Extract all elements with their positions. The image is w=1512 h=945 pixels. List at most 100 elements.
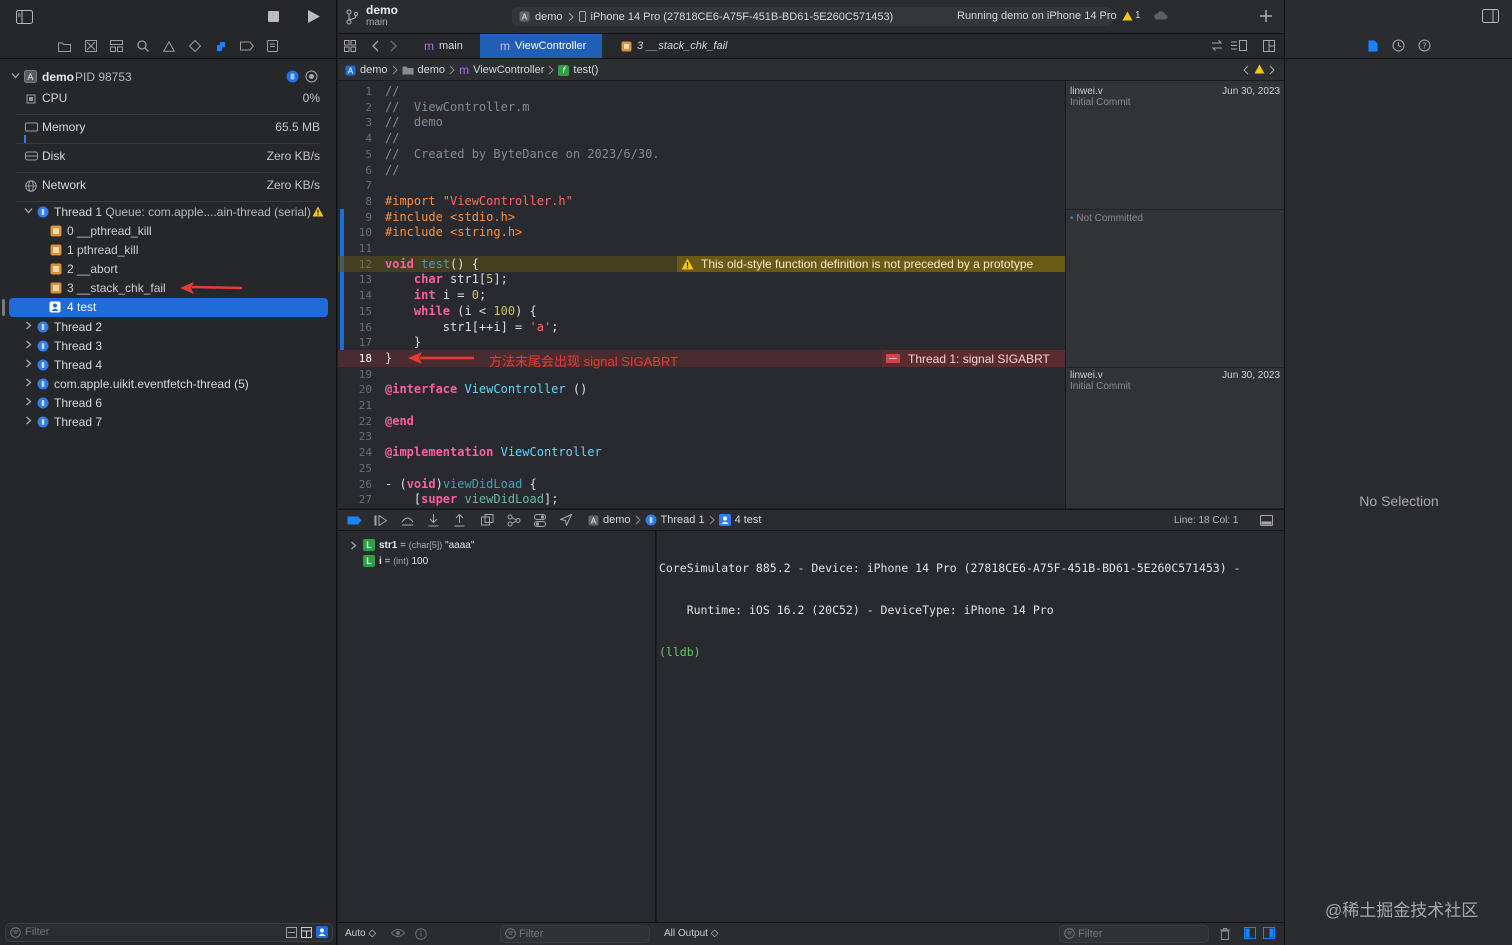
stack-frame-row[interactable]: 3 __stack_chk_fail — [0, 279, 337, 298]
memory-gauge[interactable]: Memory 65.5 MB — [0, 116, 337, 144]
network-gauge[interactable]: Network Zero KB/s — [0, 174, 337, 202]
line-number[interactable]: 10 — [338, 226, 372, 239]
line-number[interactable]: 6 — [338, 164, 372, 177]
thread-row[interactable]: Thread 4 — [0, 356, 337, 375]
filter-layout-icon[interactable] — [301, 927, 312, 938]
line-number[interactable]: 16 — [338, 321, 372, 334]
view-hierarchy-icon[interactable] — [481, 514, 494, 527]
thread-row[interactable]: Thread 2 — [0, 318, 337, 337]
chevron-right-icon[interactable] — [24, 378, 33, 387]
warning-annotation[interactable]: This old-style function definition is no… — [677, 256, 1065, 272]
stack-frame-row[interactable]: 1 pthread_kill — [0, 241, 337, 260]
chevron-down-icon[interactable] — [24, 206, 33, 215]
line-number[interactable]: 1 — [338, 85, 372, 98]
search-icon[interactable] — [134, 38, 151, 55]
line-number[interactable]: 15 — [338, 305, 372, 318]
crumb-function[interactable]: test() — [573, 64, 598, 76]
chevron-left-icon[interactable] — [1243, 65, 1249, 75]
chevron-right-icon[interactable] — [24, 340, 33, 349]
chevron-right-icon[interactable] — [24, 397, 33, 406]
console-output-popup[interactable]: All Output ◇ — [664, 928, 718, 939]
navigator-filter-field[interactable]: Filter — [5, 923, 333, 942]
code-line[interactable]: #include <string.h> — [385, 225, 522, 239]
tab-main[interactable]: m main — [416, 34, 480, 58]
editor-options-icon[interactable] — [1231, 40, 1247, 51]
location-icon[interactable] — [560, 514, 572, 526]
chevron-right-icon[interactable] — [24, 359, 33, 368]
code-line[interactable]: } — [385, 335, 421, 349]
code-line[interactable]: // — [385, 84, 399, 98]
variables-scope-popup[interactable]: Auto ◇ — [345, 928, 376, 939]
code-line[interactable]: int i = 0; — [385, 288, 486, 302]
scheme-name[interactable]: demo — [535, 11, 563, 23]
code-line[interactable]: str1[++i] = 'a'; — [385, 320, 559, 334]
tab-viewcontroller[interactable]: m ViewController — [480, 34, 602, 58]
branch-name[interactable]: main — [366, 17, 388, 28]
line-number[interactable]: 8 — [338, 195, 372, 208]
error-annotation[interactable]: Thread 1: signal SIGABRT — [882, 350, 1065, 367]
line-number[interactable]: 23 — [338, 430, 372, 443]
symbol-navigator-icon[interactable] — [108, 38, 125, 55]
split-editor-icon[interactable] — [1263, 40, 1275, 52]
line-number[interactable]: 9 — [338, 211, 372, 224]
crumb-frame[interactable]: 4 test — [735, 514, 762, 526]
line-number[interactable]: 17 — [338, 336, 372, 349]
line-number[interactable]: 2 — [338, 101, 372, 114]
debug-console[interactable]: CoreSimulator 885.2 - Device: iPhone 14 … — [657, 531, 1284, 922]
step-out-icon[interactable] — [454, 514, 465, 527]
thread-row[interactable]: Thread 3 — [0, 337, 337, 356]
continue-icon[interactable] — [374, 515, 387, 526]
issue-navigator-icon[interactable] — [160, 38, 177, 55]
line-number[interactable]: 22 — [338, 415, 372, 428]
line-number[interactable]: 14 — [338, 289, 372, 302]
run-button[interactable] — [307, 9, 321, 24]
source-control-icon[interactable] — [82, 38, 99, 55]
line-number[interactable]: 24 — [338, 446, 372, 459]
line-number[interactable]: 18 — [338, 352, 372, 365]
environment-overrides-icon[interactable] — [534, 514, 546, 527]
code-line[interactable]: @implementation ViewController — [385, 445, 602, 459]
inspector-toggle-icon[interactable] — [1482, 9, 1499, 23]
stack-frame-row-selected[interactable]: 4 test — [9, 298, 328, 317]
show-variables-icon[interactable] — [1244, 927, 1256, 939]
hide-debug-area-icon[interactable] — [1260, 515, 1273, 526]
code-line[interactable]: #import "ViewController.h" — [385, 194, 573, 208]
eye-icon[interactable] — [391, 928, 405, 938]
code-line[interactable]: // ViewController.m — [385, 100, 530, 114]
stack-frame-row[interactable]: 0 __pthread_kill — [0, 222, 337, 241]
line-number[interactable]: 27 — [338, 493, 372, 506]
breadcrumb[interactable]: A demo demo m ViewController f test() — [345, 63, 598, 77]
line-number[interactable]: 3 — [338, 116, 372, 129]
code-line[interactable]: @interface ViewController () — [385, 382, 587, 396]
filter-recent-icon[interactable] — [286, 927, 297, 938]
line-number[interactable]: 4 — [338, 132, 372, 145]
chevron-right-icon[interactable] — [1269, 65, 1275, 75]
line-number[interactable]: 25 — [338, 462, 372, 475]
options-icon[interactable] — [305, 70, 318, 83]
line-number[interactable]: 13 — [338, 273, 372, 286]
thread-row[interactable]: Thread 1 Queue: com.apple....ain-thread … — [0, 203, 337, 222]
code-line[interactable]: - (void)viewDidLoad { — [385, 477, 537, 491]
process-row[interactable]: A demo PID 98753 — [0, 68, 337, 86]
code-line[interactable]: [super viewDidLoad]; — [385, 492, 559, 506]
code-line[interactable]: @end — [385, 414, 414, 428]
step-over-icon[interactable] — [401, 515, 414, 526]
chevron-right-icon[interactable] — [24, 321, 33, 330]
chevron-down-icon[interactable] — [11, 71, 20, 80]
step-into-icon[interactable] — [428, 514, 439, 527]
cpu-gauge[interactable]: CPU 0% — [0, 87, 337, 115]
show-console-icon[interactable] — [1263, 927, 1275, 939]
line-number[interactable]: 7 — [338, 179, 372, 192]
report-navigator-icon[interactable] — [264, 38, 281, 55]
stack-frame-row[interactable]: 2 __abort — [0, 260, 337, 279]
code-line[interactable]: // Created by ByteDance on 2023/6/30. — [385, 147, 660, 161]
swap-icon[interactable] — [1211, 40, 1223, 51]
crumb-process[interactable]: demo — [603, 514, 631, 526]
breakpoint-navigator-icon[interactable] — [238, 38, 255, 55]
warning-badge[interactable]: 1 — [1122, 10, 1141, 21]
debug-navigator-icon[interactable] — [212, 38, 229, 55]
code-line[interactable]: while (i < 100) { — [385, 304, 537, 318]
blame-entry[interactable]: linwei.v Initial Commit Jun 30, 2023 — [1066, 81, 1285, 209]
line-number[interactable]: 12 — [338, 258, 372, 271]
memory-graph-icon[interactable] — [507, 514, 521, 527]
